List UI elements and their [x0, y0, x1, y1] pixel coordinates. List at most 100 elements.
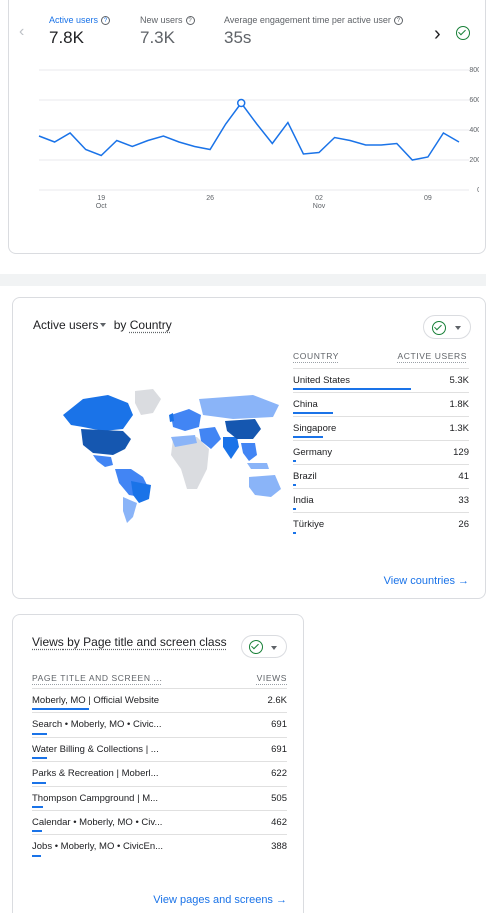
row-label: Calendar • Moberly, MO • Civ... [32, 817, 163, 828]
row-value: 691 [271, 719, 287, 731]
x-tick-month: Oct [96, 203, 107, 210]
row-value: 622 [271, 768, 287, 780]
x-tick-month: Nov [313, 203, 326, 210]
compare-chip[interactable] [423, 315, 471, 339]
row-value: 505 [271, 792, 287, 804]
metric-tab-active-users[interactable]: Active users? 7.8K [49, 15, 111, 48]
table-row[interactable]: China 1.8K [293, 392, 469, 416]
table-row[interactable]: Parks & Recreation | Moberl... 622 [32, 761, 287, 785]
row-label: Türkiye [293, 519, 325, 530]
line-chart: 800 600 400 200 0 19Oct 26 02Nov 09 [38, 67, 479, 210]
series-line [38, 101, 460, 161]
row-label: United States [293, 375, 351, 386]
row-share-bar [293, 508, 296, 510]
row-label: Jobs • Moberly, MO • CivicEn... [32, 841, 164, 853]
metric-label: New users [140, 15, 183, 25]
table-row[interactable]: Jobs • Moberly, MO • CivicEn... 388 [32, 834, 287, 858]
row-value: 41 [458, 471, 469, 482]
table-row[interactable]: United States 5.3K [293, 368, 469, 392]
view-pages-link[interactable]: View pages and screens → [153, 894, 287, 906]
metric-tab-new-users[interactable]: New users? 7.3K [140, 15, 195, 48]
table-row[interactable]: Water Billing & Collections | ... 691 [32, 736, 287, 761]
map-greenland [135, 389, 161, 415]
table-row[interactable]: Search • Moberly, MO • Civic... 691 [32, 712, 287, 736]
y-tick-label: 0 [477, 187, 479, 194]
row-label: Brazil [293, 471, 317, 482]
check-circle-icon[interactable] [456, 26, 470, 40]
row-share-bar [32, 805, 43, 808]
metric-value: 35s [224, 28, 252, 48]
table-row[interactable]: India 33 [293, 488, 469, 512]
row-label: Parks & Recreation | Moberl... [32, 768, 159, 780]
row-value: 1.3K [449, 423, 469, 434]
x-tick-label: 02 [315, 195, 323, 202]
table-row[interactable]: Thompson Campground | M... 505 [32, 785, 287, 810]
section-divider [0, 274, 486, 286]
card-title: Active users by Country [33, 318, 172, 332]
row-value: 129 [453, 447, 469, 458]
row-share-bar [32, 830, 43, 833]
chevron-right-icon[interactable]: › [434, 23, 441, 46]
row-share-bar [293, 460, 296, 462]
dimension-selector[interactable]: by Page title and screen class [67, 635, 226, 649]
map-china [225, 419, 261, 439]
metric-label: Average engagement time per active user [224, 15, 391, 25]
x-tick-label: 19 [97, 195, 105, 202]
row-share-bar [32, 854, 41, 857]
row-value: 1.8K [449, 399, 469, 410]
metric-tab-engagement-time[interactable]: Average engagement time per active user?… [224, 15, 403, 48]
view-countries-link[interactable]: View countries → [384, 575, 469, 587]
views-by-page-title-card: Views by Page title and screen class PAG… [12, 614, 304, 913]
row-value: 2.6K [267, 695, 287, 706]
map-south-america-south [123, 497, 137, 523]
row-label: Thompson Campground | M... [32, 792, 159, 804]
chevron-down-icon [271, 646, 277, 650]
row-share-bar [293, 484, 296, 486]
table-row[interactable]: Moberly, MO | Official Website 2.6K [32, 688, 287, 712]
row-share-bar [293, 388, 411, 390]
help-icon[interactable]: ? [185, 16, 195, 26]
row-value: 388 [271, 841, 287, 853]
row-value: 5.3K [449, 375, 469, 386]
check-circle-icon [432, 321, 446, 335]
column-header-page-title[interactable]: PAGE TITLE AND SCREEN ... [32, 673, 162, 683]
metric-selector[interactable]: Active users [33, 318, 98, 332]
chevron-left-icon[interactable]: ‹ [19, 23, 24, 41]
row-share-bar [293, 436, 323, 438]
map-canada [63, 395, 133, 431]
card-title[interactable]: Views by Page title and screen class [32, 635, 227, 649]
help-icon[interactable]: ? [101, 16, 111, 26]
map-europe [171, 409, 201, 431]
chevron-down-icon [455, 326, 461, 330]
row-value: 33 [458, 495, 469, 506]
map-southeast-asia [241, 443, 257, 461]
compare-chip[interactable] [241, 635, 287, 658]
table-row[interactable]: Türkiye 26 [293, 512, 469, 536]
map-australia [249, 475, 281, 497]
metric-value: 7.8K [49, 28, 84, 48]
row-label: Singapore [293, 423, 337, 434]
y-tick-label: 600 [469, 97, 479, 104]
row-label: Moberly, MO | Official Website [32, 695, 160, 706]
row-share-bar [293, 412, 334, 414]
column-header-active-users[interactable]: ACTIVE USERS [397, 351, 467, 361]
table-row[interactable]: Brazil 41 [293, 464, 469, 488]
metric-selector[interactable]: Views [32, 635, 64, 649]
help-icon[interactable]: ? [393, 16, 403, 26]
row-value: 26 [458, 519, 469, 530]
y-tick-label: 800 [469, 67, 479, 74]
metric-label: Active users [49, 15, 99, 25]
table-row[interactable]: Germany 129 [293, 440, 469, 464]
row-value: 691 [271, 743, 287, 755]
table-row[interactable]: Calendar • Moberly, MO • Civ... 462 [32, 810, 287, 834]
map-mexico [93, 455, 113, 467]
row-share-bar [32, 781, 46, 784]
dimension-selector[interactable]: Country [130, 318, 172, 332]
row-label: Germany [293, 447, 333, 458]
column-header-country[interactable]: COUNTRY [293, 351, 339, 361]
metric-value: 7.3K [140, 28, 175, 48]
table-row[interactable]: Singapore 1.3K [293, 416, 469, 440]
chevron-down-icon[interactable] [100, 322, 107, 327]
world-map [63, 389, 281, 523]
column-header-views[interactable]: VIEWS [257, 673, 287, 683]
